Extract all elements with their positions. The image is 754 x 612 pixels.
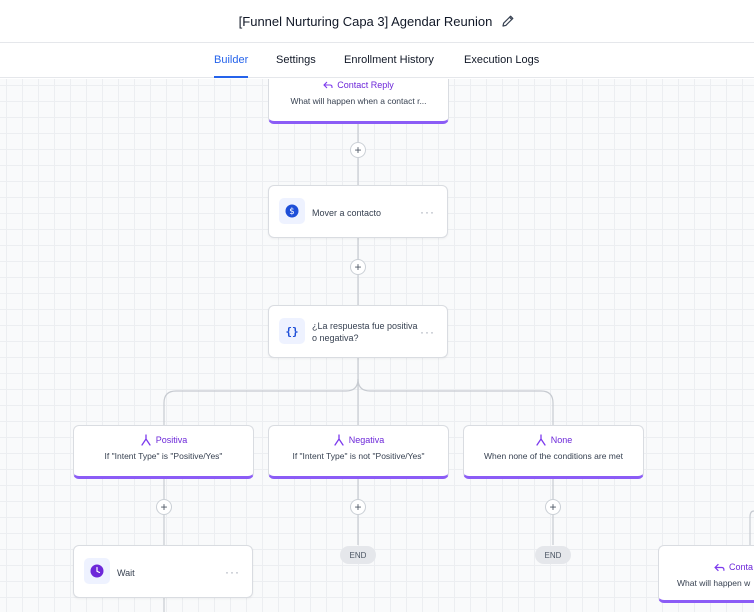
svg-text:$: $ bbox=[289, 207, 294, 217]
reply-icon bbox=[714, 562, 725, 573]
branch-negativa-title: Negativa bbox=[348, 435, 385, 445]
dollar-icon: $ bbox=[279, 198, 305, 224]
node-condition[interactable]: {} ¿La respuesta fue positiva o negativa… bbox=[268, 305, 448, 358]
node-contact-reply-right[interactable]: Conta What will happen w bbox=[658, 545, 754, 603]
node-move-contact[interactable]: $ Mover a contacto ··· bbox=[268, 185, 448, 238]
workflow-canvas[interactable]: Contact Reply What will happen when a co… bbox=[0, 79, 754, 612]
title-bar: [Funnel Nurturing Capa 3] Agendar Reunio… bbox=[0, 0, 754, 43]
wait-label: Wait bbox=[117, 568, 135, 578]
workflow-title: [Funnel Nurturing Capa 3] Agendar Reunio… bbox=[238, 13, 493, 29]
tab-execution-logs[interactable]: Execution Logs bbox=[464, 43, 539, 78]
branch-icon bbox=[535, 434, 547, 446]
node-contact-reply-top[interactable]: Contact Reply What will happen when a co… bbox=[268, 79, 449, 124]
add-step-button[interactable]: + bbox=[350, 142, 366, 158]
add-step-button[interactable]: + bbox=[350, 259, 366, 275]
node-options-button[interactable]: ··· bbox=[420, 325, 435, 339]
add-step-button[interactable]: + bbox=[350, 499, 366, 515]
pencil-icon[interactable] bbox=[501, 14, 515, 28]
branch-positiva-subtitle: If "Intent Type" is "Positive/Yes" bbox=[104, 451, 223, 461]
braces-icon: {} bbox=[279, 318, 305, 344]
branch-none-title: None bbox=[550, 435, 573, 445]
branch-none[interactable]: None When none of the conditions are met bbox=[463, 425, 644, 479]
contact-reply-subtitle: What will happen when a contact r... bbox=[290, 96, 427, 106]
contact-reply-title: Contact Reply bbox=[337, 80, 394, 90]
tab-settings[interactable]: Settings bbox=[276, 43, 316, 78]
end-badge: END bbox=[340, 546, 376, 564]
node-options-button[interactable]: ··· bbox=[225, 565, 240, 579]
end-badge: END bbox=[535, 546, 571, 564]
add-step-button[interactable]: + bbox=[545, 499, 561, 515]
branch-icon bbox=[140, 434, 152, 446]
clock-icon bbox=[84, 558, 110, 584]
condition-label-line1: ¿La respuesta fue positiva bbox=[312, 321, 418, 331]
add-step-button[interactable]: + bbox=[156, 499, 172, 515]
branch-positiva[interactable]: Positiva If "Intent Type" is "Positive/Y… bbox=[73, 425, 254, 479]
contact-reply-right-subtitle: What will happen w bbox=[677, 578, 751, 588]
tab-bar: Builder Settings Enrollment History Exec… bbox=[0, 43, 754, 78]
branch-negativa[interactable]: Negativa If "Intent Type" is not "Positi… bbox=[268, 425, 449, 479]
move-contact-label: Mover a contacto bbox=[312, 208, 382, 218]
tab-enrollment-history[interactable]: Enrollment History bbox=[344, 43, 434, 78]
branch-icon bbox=[333, 434, 345, 446]
node-options-button[interactable]: ··· bbox=[420, 205, 435, 219]
condition-label-line2: o negativa? bbox=[312, 333, 359, 343]
branch-positiva-title: Positiva bbox=[155, 435, 188, 445]
tab-builder[interactable]: Builder bbox=[214, 43, 249, 78]
node-wait[interactable]: Wait ··· bbox=[73, 545, 253, 598]
branch-none-subtitle: When none of the conditions are met bbox=[484, 451, 623, 461]
reply-icon bbox=[323, 80, 333, 90]
contact-reply-right-title: Conta bbox=[729, 562, 754, 572]
branch-negativa-subtitle: If "Intent Type" is not "Positive/Yes" bbox=[292, 451, 425, 461]
